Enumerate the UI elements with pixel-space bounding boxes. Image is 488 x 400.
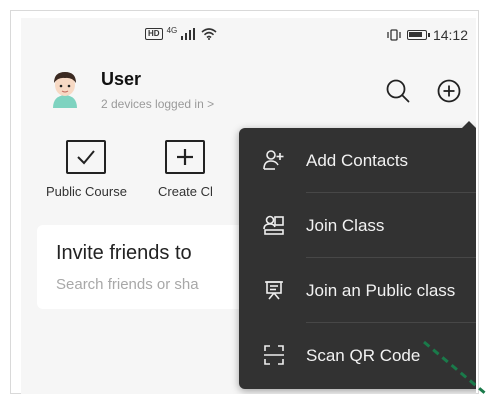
search-icon[interactable] [385, 78, 411, 104]
status-right: 14:12 [387, 27, 468, 43]
avatar[interactable] [48, 68, 82, 108]
public-course-label: Public Course [46, 184, 127, 199]
menu-item-join-class[interactable]: Join Class [239, 193, 476, 258]
create-class-label: Create Cl [158, 184, 213, 199]
menu-item-label: Scan QR Code [306, 345, 421, 365]
profile-header: User 2 devices logged in > [21, 56, 476, 112]
public-class-icon [265, 281, 283, 300]
menu-item-join-public-class[interactable]: Join an Public class [239, 258, 476, 323]
username[interactable]: User [101, 69, 141, 90]
create-class-button[interactable]: Create Cl [158, 140, 213, 199]
phone-screen: HD 4G 14:12 User 2 devices logged in > P… [21, 18, 476, 394]
public-course-button[interactable]: Public Course [46, 140, 127, 199]
menu-item-label: Join an Public class [306, 280, 456, 300]
join-class-icon [263, 215, 284, 235]
add-contact-icon [263, 150, 284, 170]
add-circle-icon[interactable] [436, 78, 462, 104]
status-bar: HD 4G 14:12 [21, 18, 476, 54]
vibrate-icon [387, 29, 401, 41]
menu-item-add-contacts[interactable]: Add Contacts [239, 128, 476, 193]
status-time: 14:12 [432, 27, 468, 43]
menu-item-label: Join Class [306, 215, 385, 235]
menu-item-label: Add Contacts [306, 150, 409, 170]
annotation-arrow [423, 340, 487, 396]
network-type: 4G [166, 25, 178, 35]
signal-icon [181, 28, 196, 40]
plus-icon [165, 140, 206, 174]
checkbox-icon [66, 140, 107, 174]
wifi-icon [201, 28, 217, 40]
invite-title: Invite friends to [56, 242, 192, 264]
battery-icon [406, 30, 430, 40]
status-left: HD 4G [145, 25, 217, 40]
devices-logged-in-link[interactable]: 2 devices logged in > [101, 97, 214, 111]
scan-icon [264, 345, 284, 365]
hd-badge: HD [145, 28, 163, 40]
invite-subtitle: Search friends or sha [56, 276, 199, 293]
